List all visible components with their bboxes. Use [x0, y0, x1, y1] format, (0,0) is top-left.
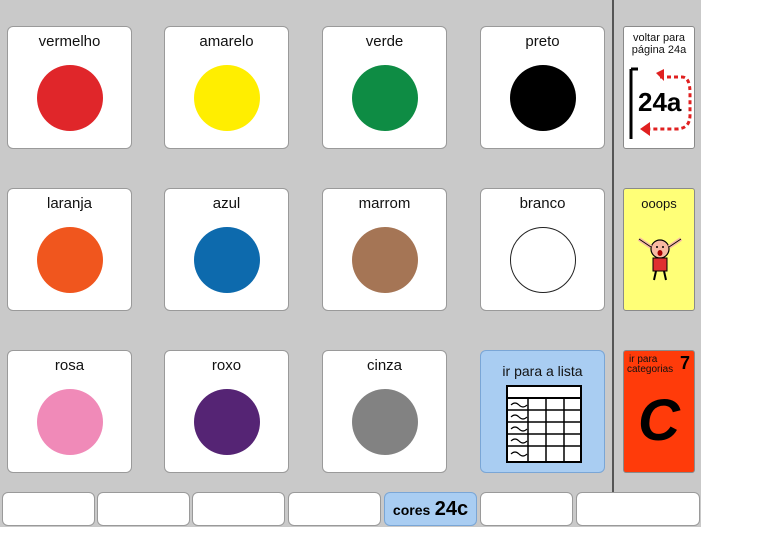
- color-cell-cinza[interactable]: cinza: [322, 350, 447, 473]
- color-cell-roxo[interactable]: roxo: [164, 350, 289, 473]
- color-label: azul: [212, 195, 241, 212]
- black-circle-icon: [510, 65, 576, 131]
- ooops-button[interactable]: ooops: [623, 188, 695, 311]
- page-number: 24a: [638, 87, 682, 117]
- color-label: cinza: [366, 357, 403, 374]
- tab-page: 24c: [434, 498, 469, 520]
- tab-empty-6[interactable]: [576, 492, 700, 526]
- brown-circle-icon: [352, 227, 418, 293]
- color-label: roxo: [211, 357, 242, 374]
- tab-empty-3[interactable]: [192, 492, 285, 526]
- surprised-person-icon: [637, 237, 683, 281]
- yellow-circle-icon: [194, 65, 260, 131]
- color-label: vermelho: [38, 33, 101, 50]
- go-to-categories-button[interactable]: ir para categorias 7 C: [623, 350, 695, 473]
- color-cell-verde[interactable]: verde: [322, 26, 447, 149]
- back-label-line2: página 24a: [631, 44, 687, 56]
- orange-circle-icon: [37, 227, 103, 293]
- color-label: verde: [365, 33, 404, 50]
- color-cell-azul[interactable]: azul: [164, 188, 289, 311]
- gray-circle-icon: [352, 389, 418, 455]
- tab-label: cores: [392, 502, 431, 518]
- red-circle-icon: [37, 65, 103, 131]
- tab-empty-1[interactable]: [2, 492, 95, 526]
- categories-number: 7: [679, 353, 690, 373]
- blue-circle-icon: [194, 227, 260, 293]
- color-cell-preto[interactable]: preto: [480, 26, 605, 149]
- back-label-line1: voltar para: [633, 32, 685, 44]
- ooops-label: ooops: [641, 196, 677, 211]
- color-cell-vermelho[interactable]: vermelho: [7, 26, 132, 149]
- tab-empty-2[interactable]: [97, 492, 190, 526]
- color-label: preto: [525, 33, 560, 50]
- green-circle-icon: [352, 65, 418, 131]
- color-cell-laranja[interactable]: laranja: [7, 188, 132, 311]
- tab-empty-5[interactable]: [480, 492, 573, 526]
- table-list-icon: [506, 385, 582, 463]
- tab-empty-4[interactable]: [288, 492, 381, 526]
- color-cell-amarelo[interactable]: amarelo: [164, 26, 289, 149]
- color-label: rosa: [54, 357, 85, 374]
- color-label: amarelo: [199, 33, 254, 50]
- vertical-divider: [612, 0, 614, 492]
- color-label: laranja: [46, 195, 93, 212]
- categories-letter-icon: C: [638, 388, 680, 453]
- color-cell-rosa[interactable]: rosa: [7, 350, 132, 473]
- go-to-list-label: ir para a lista: [502, 363, 583, 379]
- color-label: marrom: [358, 195, 411, 212]
- color-label: branco: [519, 195, 566, 212]
- purple-circle-icon: [194, 389, 260, 455]
- color-cell-marrom[interactable]: marrom: [322, 188, 447, 311]
- back-to-page-button[interactable]: voltar para página 24a 24a: [623, 26, 695, 149]
- color-cell-branco[interactable]: branco: [480, 188, 605, 311]
- go-to-list-button[interactable]: ir para a lista: [480, 350, 605, 473]
- white-circle-icon: [510, 227, 576, 293]
- tab-cores-24c[interactable]: cores 24c: [384, 492, 477, 526]
- pink-circle-icon: [37, 389, 103, 455]
